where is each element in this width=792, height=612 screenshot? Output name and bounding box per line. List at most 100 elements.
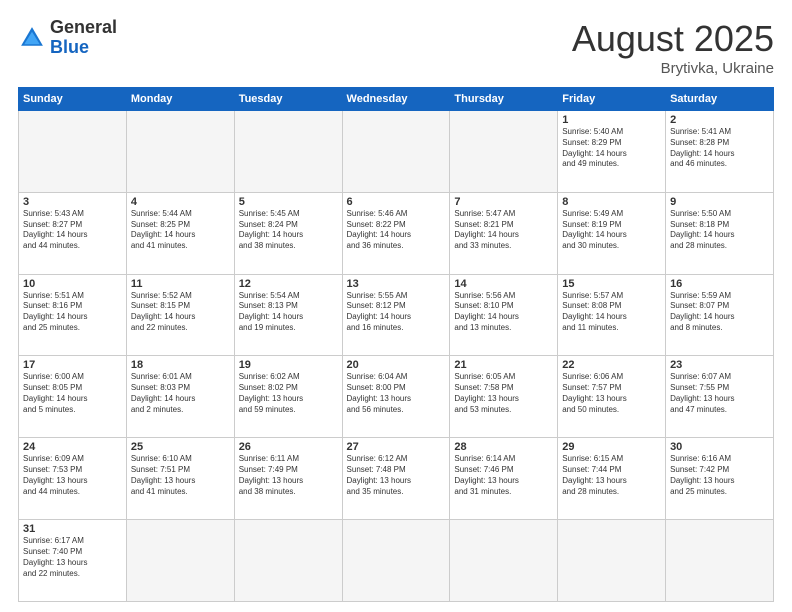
day-number: 31 bbox=[23, 523, 122, 535]
day-info: Sunrise: 5:51 AM Sunset: 8:16 PM Dayligh… bbox=[23, 291, 122, 334]
day-info: Sunrise: 6:04 AM Sunset: 8:00 PM Dayligh… bbox=[347, 372, 446, 415]
day-cell: 6Sunrise: 5:46 AM Sunset: 8:22 PM Daylig… bbox=[342, 192, 450, 274]
logo-icon bbox=[18, 24, 46, 52]
day-number: 2 bbox=[670, 114, 769, 126]
day-cell: 5Sunrise: 5:45 AM Sunset: 8:24 PM Daylig… bbox=[234, 192, 342, 274]
day-info: Sunrise: 6:02 AM Sunset: 8:02 PM Dayligh… bbox=[239, 372, 338, 415]
day-number: 4 bbox=[131, 196, 230, 208]
day-number: 25 bbox=[131, 441, 230, 453]
page-header: General Blue August 2025 Brytivka, Ukrai… bbox=[18, 18, 774, 77]
day-number: 9 bbox=[670, 196, 769, 208]
day-number: 8 bbox=[562, 196, 661, 208]
day-cell: 27Sunrise: 6:12 AM Sunset: 7:48 PM Dayli… bbox=[342, 438, 450, 520]
day-info: Sunrise: 5:46 AM Sunset: 8:22 PM Dayligh… bbox=[347, 209, 446, 252]
day-info: Sunrise: 5:41 AM Sunset: 8:28 PM Dayligh… bbox=[670, 127, 769, 170]
day-info: Sunrise: 6:01 AM Sunset: 8:03 PM Dayligh… bbox=[131, 372, 230, 415]
day-cell: 21Sunrise: 6:05 AM Sunset: 7:58 PM Dayli… bbox=[450, 356, 558, 438]
day-info: Sunrise: 5:54 AM Sunset: 8:13 PM Dayligh… bbox=[239, 291, 338, 334]
day-number: 23 bbox=[670, 359, 769, 371]
week-row-3: 17Sunrise: 6:00 AM Sunset: 8:05 PM Dayli… bbox=[19, 356, 774, 438]
day-cell bbox=[450, 111, 558, 193]
day-number: 29 bbox=[562, 441, 661, 453]
weekday-header-thursday: Thursday bbox=[450, 88, 558, 111]
day-info: Sunrise: 6:12 AM Sunset: 7:48 PM Dayligh… bbox=[347, 454, 446, 497]
day-cell bbox=[558, 520, 666, 602]
day-cell: 4Sunrise: 5:44 AM Sunset: 8:25 PM Daylig… bbox=[126, 192, 234, 274]
day-info: Sunrise: 5:55 AM Sunset: 8:12 PM Dayligh… bbox=[347, 291, 446, 334]
day-cell: 11Sunrise: 5:52 AM Sunset: 8:15 PM Dayli… bbox=[126, 274, 234, 356]
day-number: 1 bbox=[562, 114, 661, 126]
day-number: 15 bbox=[562, 278, 661, 290]
day-number: 22 bbox=[562, 359, 661, 371]
calendar-body: 1Sunrise: 5:40 AM Sunset: 8:29 PM Daylig… bbox=[19, 111, 774, 602]
day-cell: 14Sunrise: 5:56 AM Sunset: 8:10 PM Dayli… bbox=[450, 274, 558, 356]
day-cell bbox=[234, 111, 342, 193]
week-row-4: 24Sunrise: 6:09 AM Sunset: 7:53 PM Dayli… bbox=[19, 438, 774, 520]
day-cell bbox=[342, 111, 450, 193]
day-cell: 31Sunrise: 6:17 AM Sunset: 7:40 PM Dayli… bbox=[19, 520, 127, 602]
day-info: Sunrise: 6:09 AM Sunset: 7:53 PM Dayligh… bbox=[23, 454, 122, 497]
day-number: 26 bbox=[239, 441, 338, 453]
day-number: 17 bbox=[23, 359, 122, 371]
day-cell: 28Sunrise: 6:14 AM Sunset: 7:46 PM Dayli… bbox=[450, 438, 558, 520]
day-number: 12 bbox=[239, 278, 338, 290]
weekday-header-tuesday: Tuesday bbox=[234, 88, 342, 111]
day-number: 6 bbox=[347, 196, 446, 208]
day-number: 13 bbox=[347, 278, 446, 290]
day-info: Sunrise: 5:45 AM Sunset: 8:24 PM Dayligh… bbox=[239, 209, 338, 252]
logo-text: General Blue bbox=[50, 18, 117, 58]
weekday-header-wednesday: Wednesday bbox=[342, 88, 450, 111]
day-number: 28 bbox=[454, 441, 553, 453]
day-number: 11 bbox=[131, 278, 230, 290]
day-cell: 22Sunrise: 6:06 AM Sunset: 7:57 PM Dayli… bbox=[558, 356, 666, 438]
day-cell: 12Sunrise: 5:54 AM Sunset: 8:13 PM Dayli… bbox=[234, 274, 342, 356]
day-info: Sunrise: 6:06 AM Sunset: 7:57 PM Dayligh… bbox=[562, 372, 661, 415]
day-cell: 7Sunrise: 5:47 AM Sunset: 8:21 PM Daylig… bbox=[450, 192, 558, 274]
day-cell: 17Sunrise: 6:00 AM Sunset: 8:05 PM Dayli… bbox=[19, 356, 127, 438]
day-cell: 15Sunrise: 5:57 AM Sunset: 8:08 PM Dayli… bbox=[558, 274, 666, 356]
week-row-2: 10Sunrise: 5:51 AM Sunset: 8:16 PM Dayli… bbox=[19, 274, 774, 356]
day-cell: 1Sunrise: 5:40 AM Sunset: 8:29 PM Daylig… bbox=[558, 111, 666, 193]
day-cell: 19Sunrise: 6:02 AM Sunset: 8:02 PM Dayli… bbox=[234, 356, 342, 438]
day-cell: 29Sunrise: 6:15 AM Sunset: 7:44 PM Dayli… bbox=[558, 438, 666, 520]
day-cell: 23Sunrise: 6:07 AM Sunset: 7:55 PM Dayli… bbox=[666, 356, 774, 438]
day-cell: 24Sunrise: 6:09 AM Sunset: 7:53 PM Dayli… bbox=[19, 438, 127, 520]
day-number: 14 bbox=[454, 278, 553, 290]
day-cell: 3Sunrise: 5:43 AM Sunset: 8:27 PM Daylig… bbox=[19, 192, 127, 274]
day-cell: 13Sunrise: 5:55 AM Sunset: 8:12 PM Dayli… bbox=[342, 274, 450, 356]
day-cell bbox=[126, 520, 234, 602]
day-number: 10 bbox=[23, 278, 122, 290]
weekday-row: SundayMondayTuesdayWednesdayThursdayFrid… bbox=[19, 88, 774, 111]
day-info: Sunrise: 6:10 AM Sunset: 7:51 PM Dayligh… bbox=[131, 454, 230, 497]
day-number: 30 bbox=[670, 441, 769, 453]
logo: General Blue bbox=[18, 18, 117, 58]
day-info: Sunrise: 5:49 AM Sunset: 8:19 PM Dayligh… bbox=[562, 209, 661, 252]
day-cell bbox=[666, 520, 774, 602]
day-cell: 20Sunrise: 6:04 AM Sunset: 8:00 PM Dayli… bbox=[342, 356, 450, 438]
day-cell: 25Sunrise: 6:10 AM Sunset: 7:51 PM Dayli… bbox=[126, 438, 234, 520]
day-cell: 10Sunrise: 5:51 AM Sunset: 8:16 PM Dayli… bbox=[19, 274, 127, 356]
week-row-1: 3Sunrise: 5:43 AM Sunset: 8:27 PM Daylig… bbox=[19, 192, 774, 274]
day-info: Sunrise: 6:05 AM Sunset: 7:58 PM Dayligh… bbox=[454, 372, 553, 415]
day-cell: 8Sunrise: 5:49 AM Sunset: 8:19 PM Daylig… bbox=[558, 192, 666, 274]
day-info: Sunrise: 6:16 AM Sunset: 7:42 PM Dayligh… bbox=[670, 454, 769, 497]
day-number: 20 bbox=[347, 359, 446, 371]
day-number: 7 bbox=[454, 196, 553, 208]
day-cell: 18Sunrise: 6:01 AM Sunset: 8:03 PM Dayli… bbox=[126, 356, 234, 438]
logo-blue: Blue bbox=[50, 38, 117, 58]
day-info: Sunrise: 6:00 AM Sunset: 8:05 PM Dayligh… bbox=[23, 372, 122, 415]
day-number: 19 bbox=[239, 359, 338, 371]
weekday-header-friday: Friday bbox=[558, 88, 666, 111]
title-block: August 2025 Brytivka, Ukraine bbox=[572, 18, 774, 77]
day-info: Sunrise: 5:43 AM Sunset: 8:27 PM Dayligh… bbox=[23, 209, 122, 252]
logo-general: General bbox=[50, 18, 117, 38]
day-info: Sunrise: 6:15 AM Sunset: 7:44 PM Dayligh… bbox=[562, 454, 661, 497]
calendar-title: August 2025 bbox=[572, 18, 774, 60]
day-info: Sunrise: 5:40 AM Sunset: 8:29 PM Dayligh… bbox=[562, 127, 661, 170]
day-info: Sunrise: 5:50 AM Sunset: 8:18 PM Dayligh… bbox=[670, 209, 769, 252]
day-info: Sunrise: 6:11 AM Sunset: 7:49 PM Dayligh… bbox=[239, 454, 338, 497]
weekday-header-sunday: Sunday bbox=[19, 88, 127, 111]
day-info: Sunrise: 5:52 AM Sunset: 8:15 PM Dayligh… bbox=[131, 291, 230, 334]
calendar-header: SundayMondayTuesdayWednesdayThursdayFrid… bbox=[19, 88, 774, 111]
day-cell bbox=[19, 111, 127, 193]
